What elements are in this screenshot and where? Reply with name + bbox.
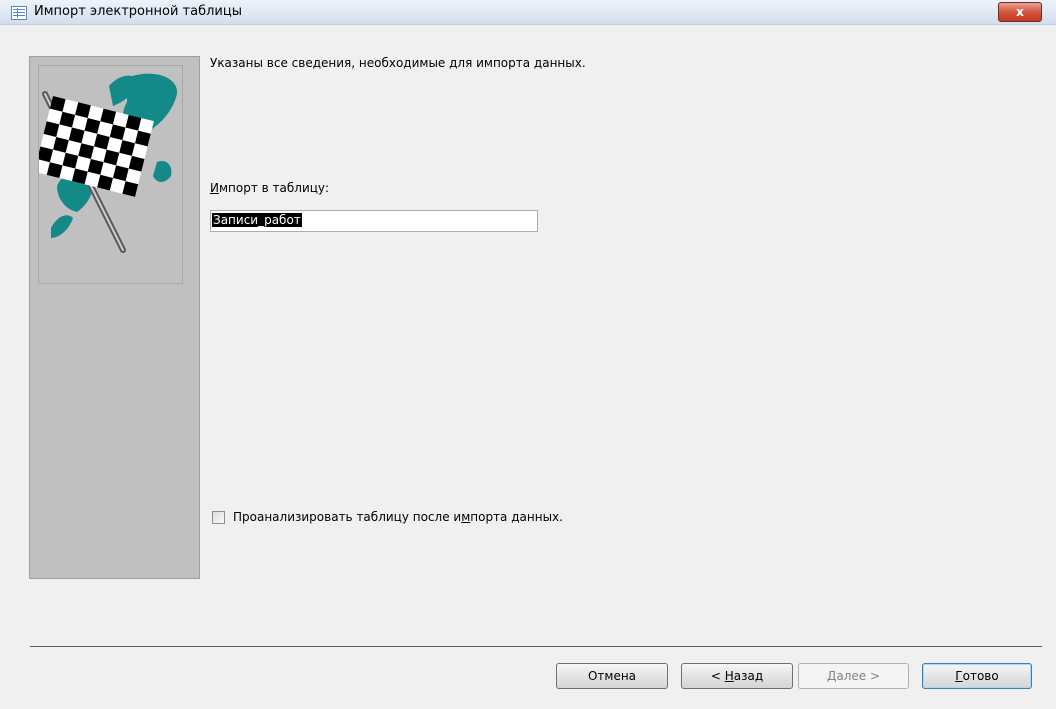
next-button-mnemonic: Д	[826, 669, 837, 683]
import-label-text: мпорт в таблицу:	[218, 181, 330, 195]
analyze-label-prefix: Проанализировать таблицу после и	[233, 510, 462, 524]
back-button[interactable]: < Назад	[681, 663, 793, 689]
cancel-button[interactable]: Отмена	[556, 663, 668, 689]
close-button[interactable]: x	[998, 2, 1042, 22]
divider	[30, 646, 1042, 647]
finish-button[interactable]: Готово	[922, 663, 1032, 689]
table-icon	[11, 6, 27, 20]
next-button[interactable]: Далее >	[798, 663, 909, 689]
import-table-label: Импорт в таблицу:	[210, 181, 329, 195]
back-button-mnemonic: Н	[724, 669, 734, 683]
finish-button-rest: отово	[962, 669, 999, 683]
table-name-input[interactable]: Записи_работ	[210, 210, 538, 232]
analyze-checkbox[interactable]	[212, 511, 225, 524]
cancel-button-label: Отмена	[587, 669, 637, 683]
import-spreadsheet-dialog: Импорт электронной таблицы x Указаны все…	[0, 0, 1056, 709]
analyze-checkbox-label[interactable]: Проанализировать таблицу после импорта д…	[233, 510, 563, 524]
back-button-rest: азад	[733, 669, 764, 683]
title-bar: Импорт электронной таблицы x	[0, 0, 1056, 25]
next-button-rest: алее >	[836, 669, 881, 683]
back-button-prefix: <	[710, 669, 725, 683]
window-title: Импорт электронной таблицы	[34, 4, 242, 19]
wizard-side-panel	[29, 56, 200, 579]
analyze-label-rest: порта данных.	[470, 510, 563, 524]
finish-button-mnemonic: Г	[955, 669, 963, 683]
analyze-label-mnemonic: м	[461, 510, 471, 524]
import-label-mnemonic: И	[210, 181, 219, 195]
close-icon: x	[1016, 5, 1024, 19]
table-name-value: Записи_работ	[212, 213, 302, 227]
checkered-flag-icon	[38, 65, 183, 284]
info-message: Указаны все сведения, необходимые для им…	[210, 56, 586, 70]
